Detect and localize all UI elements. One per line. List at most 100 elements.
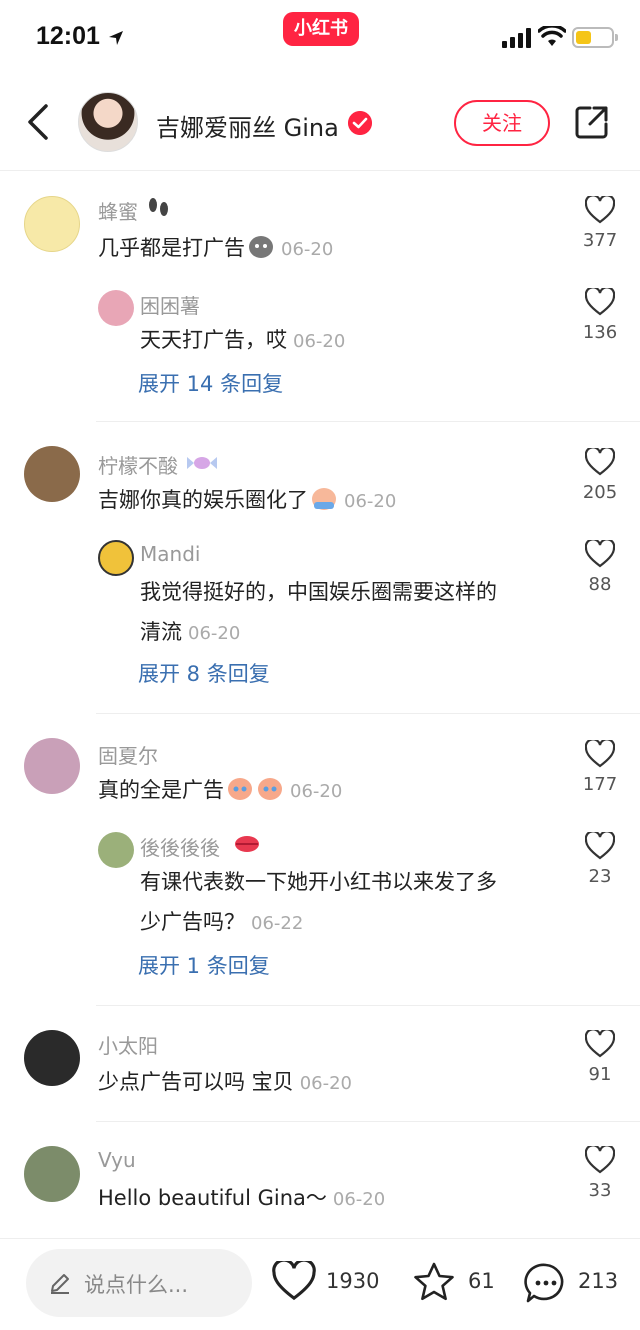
commenter-avatar[interactable] <box>24 1030 80 1086</box>
collect-note-button[interactable]: 61 <box>412 1261 502 1305</box>
like-count: 23 <box>588 866 612 887</box>
commenter-avatar[interactable] <box>24 738 80 794</box>
crying-face-emoji-icon <box>228 778 252 800</box>
comment-like-button[interactable]: 205 <box>578 446 622 503</box>
cellular-signal-icon <box>502 28 531 48</box>
crying-face-emoji-icon <box>312 488 336 510</box>
comment-text: 真的全是广告 06-20 <box>98 770 342 812</box>
author-avatar[interactable] <box>78 92 138 152</box>
reply-body: 天天打广告，哎 <box>140 328 287 352</box>
comment-thread: Vyu Hello beautiful Gina～ 06-20 33 <box>0 1122 640 1238</box>
location-arrow-icon <box>109 31 123 45</box>
back-button[interactable] <box>22 102 58 142</box>
comment-date: 06-20 <box>281 239 334 260</box>
comment-thread: 小太阳 少点广告可以吗 宝贝 06-20 91 <box>0 1006 640 1122</box>
author-name[interactable]: 吉娜爱丽丝 Gina <box>156 108 339 143</box>
note-collect-count: 61 <box>468 1269 495 1293</box>
comment-body: 少点广告可以吗 宝贝 <box>98 1070 294 1094</box>
heart-outline-icon <box>272 1258 316 1301</box>
heart-outline-icon <box>584 286 616 316</box>
comment-input[interactable]: 说点什么... <box>26 1249 252 1317</box>
commenter-name[interactable]: Vyu <box>98 1148 136 1172</box>
like-count: 33 <box>588 1180 612 1201</box>
like-count: 177 <box>582 774 618 795</box>
comment-like-button[interactable]: 377 <box>578 194 622 251</box>
like-count: 91 <box>588 1064 612 1085</box>
reply-text-continued: 清流 06-20 <box>140 612 240 654</box>
verified-badge-icon <box>348 111 372 135</box>
status-time: 12:01 <box>36 22 100 50</box>
like-count: 205 <box>582 482 618 503</box>
status-bar: 12:01 小红书 <box>0 0 640 76</box>
comment-body: Hello beautiful Gina～ <box>98 1186 327 1210</box>
comment-bubble-icon <box>524 1263 564 1303</box>
like-count: 377 <box>582 230 618 251</box>
expand-replies-link[interactable]: 展开 1 条回复 <box>138 950 270 980</box>
comment-thread: 固夏尔 真的全是广告 06-20 177 後後後後 有课代表数一下她开小红书以来发… <box>0 714 640 1006</box>
share-icon[interactable] <box>574 104 610 140</box>
battery-icon <box>572 27 618 48</box>
comment-thread: 蜂蜜 几乎都是打广告 06-20 377 困困薯 天天打广告，哎 06-20 136… <box>0 172 640 422</box>
pencil-icon <box>51 1274 69 1294</box>
comment-date: 06-20 <box>344 491 397 512</box>
app-logo-badge: 小红书 <box>283 12 359 46</box>
reply-text-continued: 少广告吗？ 06-22 <box>140 902 303 944</box>
reply-text: 我觉得挺好的，中国娱乐圈需要这样的 <box>140 572 497 612</box>
comment-like-button[interactable]: 33 <box>578 1144 622 1201</box>
reply-text: 有课代表数一下她开小红书以来发了多 <box>140 862 497 902</box>
wifi-icon <box>538 26 566 46</box>
reply-body: 有课代表数一下她开小红书以来发了多 <box>140 870 497 894</box>
commenter-name[interactable]: 柠檬不酸 <box>98 450 178 479</box>
heart-outline-icon <box>584 830 616 860</box>
comment-like-button[interactable]: 91 <box>578 1028 622 1085</box>
comment-text: 少点广告可以吗 宝贝 06-20 <box>98 1062 352 1104</box>
candy-icon <box>187 457 217 469</box>
commenter-avatar[interactable] <box>24 446 80 502</box>
like-note-button[interactable]: 1930 <box>272 1258 382 1305</box>
reply-date: 06-22 <box>251 913 304 934</box>
heart-outline-icon <box>584 1028 616 1058</box>
sad-face-emoji-icon <box>249 236 273 258</box>
follow-button[interactable]: 关注 <box>454 100 550 146</box>
comment-text: 几乎都是打广告 06-20 <box>98 228 333 270</box>
heart-outline-icon <box>584 194 616 224</box>
reply-body-line2: 少广告吗？ <box>140 910 245 934</box>
comment-thread: 柠檬不酸 吉娜你真的娱乐圈化了 06-20 205 Mandi 我觉得挺好的，中国… <box>0 422 640 714</box>
heart-outline-icon <box>584 1144 616 1174</box>
expand-replies-link[interactable]: 展开 8 条回复 <box>138 658 270 688</box>
heart-outline-icon <box>584 446 616 476</box>
commenter-name[interactable]: 小太阳 <box>98 1030 158 1059</box>
lips-icon <box>235 836 259 852</box>
reply-avatar[interactable] <box>98 540 134 576</box>
note-comment-count: 213 <box>578 1269 619 1293</box>
expand-replies-link[interactable]: 展开 14 条回复 <box>138 368 283 398</box>
reply-author-name[interactable]: 困困薯 <box>140 290 200 319</box>
commenter-name[interactable]: 固夏尔 <box>98 740 158 769</box>
commenter-avatar[interactable] <box>24 1146 80 1202</box>
reply-author-name[interactable]: Mandi <box>140 542 200 566</box>
like-count: 136 <box>582 322 618 343</box>
comment-body: 几乎都是打广告 <box>98 236 245 260</box>
heart-outline-icon <box>584 538 616 568</box>
reply-avatar[interactable] <box>98 290 134 326</box>
reply-like-button[interactable]: 88 <box>578 538 622 595</box>
bottom-action-bar: 说点什么... 1930 61 213 <box>0 1238 640 1330</box>
reply-date: 06-20 <box>188 623 241 644</box>
commenter-avatar[interactable] <box>24 196 80 252</box>
reply-author-name[interactable]: 後後後後 <box>140 832 220 861</box>
note-header: 吉娜爱丽丝 Gina 关注 <box>0 76 640 171</box>
star-outline-icon <box>414 1262 454 1301</box>
comments-button[interactable]: 213 <box>524 1261 624 1305</box>
reply-text: 天天打广告，哎 06-20 <box>140 320 345 362</box>
reply-like-button[interactable]: 23 <box>578 830 622 887</box>
reply-avatar[interactable] <box>98 832 134 868</box>
reply-body-line2: 清流 <box>140 620 182 644</box>
comment-body: 吉娜你真的娱乐圈化了 <box>98 488 308 512</box>
like-count: 88 <box>588 574 612 595</box>
comment-date: 06-20 <box>290 781 343 802</box>
note-like-count: 1930 <box>326 1269 380 1293</box>
comment-like-button[interactable]: 177 <box>578 738 622 795</box>
commenter-name[interactable]: 蜂蜜 <box>98 196 138 225</box>
reply-body: 我觉得挺好的，中国娱乐圈需要这样的 <box>140 580 497 604</box>
reply-like-button[interactable]: 136 <box>578 286 622 343</box>
